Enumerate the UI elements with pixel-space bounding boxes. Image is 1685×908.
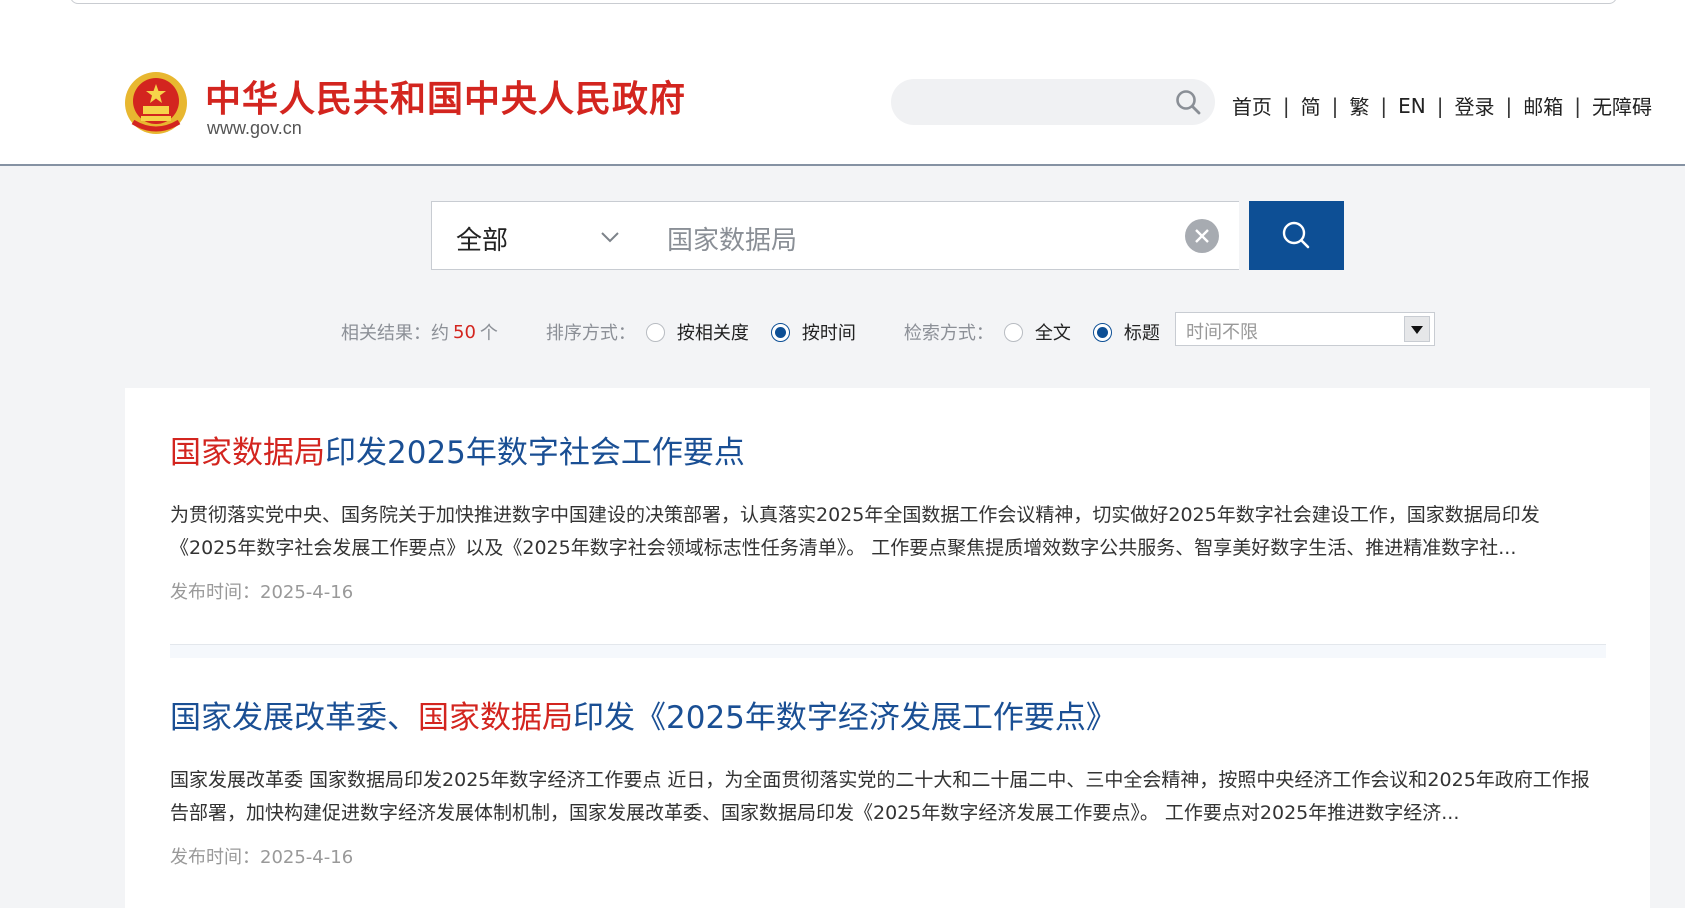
filter-row: 相关结果：约 50 个 排序方式： 按相关度 按时间 检索方式： 全文 标题 <box>341 318 1160 346</box>
sort-group: 排序方式： 按相关度 按时间 <box>546 319 856 345</box>
nav-separator: | <box>1574 93 1581 118</box>
nav-mail[interactable]: 邮箱 <box>1523 91 1563 120</box>
result-date-value: 2025-4-16 <box>260 582 354 603</box>
result-date-value: 2025-4-16 <box>260 847 354 868</box>
close-icon <box>1195 229 1209 243</box>
result-date: 发布时间：2025-4-16 <box>170 578 1606 604</box>
mode-fulltext-label[interactable]: 全文 <box>1035 319 1071 345</box>
results-count-label: 相关结果：约 <box>341 323 449 344</box>
results-card: 国家数据局印发2025年数字社会工作要点 为贯彻落实党中央、国务院关于加快推进数… <box>125 388 1650 908</box>
result-date-label: 发布时间： <box>170 847 260 868</box>
search-submit-button[interactable] <box>1249 201 1344 270</box>
nav-simplified[interactable]: 简 <box>1301 91 1321 120</box>
sort-time-radio[interactable] <box>770 322 790 342</box>
result-item: 国家发展改革委、国家数据局印发《2025年数字经济发展工作要点》 国家发展改革委… <box>170 698 1606 869</box>
site-title[interactable]: 中华人民共和国中央人民政府 <box>205 70 686 122</box>
search-query-text: 国家数据局 <box>667 226 798 256</box>
sort-relevance-radio[interactable] <box>645 322 665 342</box>
national-emblem-icon <box>125 72 187 134</box>
result-title-link[interactable]: 国家发展改革委、国家数据局印发《2025年数字经济发展工作要点》 <box>170 698 1606 738</box>
top-nav: 首页 | 简 | 繁 | EN | 登录 | 邮箱 | 无障碍 <box>1232 91 1652 120</box>
time-filter-select[interactable]: 时间不限 <box>1175 312 1435 346</box>
search-icon <box>1282 221 1310 249</box>
mode-title-label[interactable]: 标题 <box>1124 319 1160 345</box>
site-url: www.gov.cn <box>207 118 302 138</box>
result-summary: 国家发展改革委 国家数据局印发2025年数字经济工作要点 近日，为全面贯彻落实党… <box>170 769 1590 824</box>
result-title-highlight: 国家数据局 <box>170 435 325 471</box>
result-summary: 为贯彻落实党中央、国务院关于加快推进数字中国建设的决策部署，认真落实2025年全… <box>170 504 1540 559</box>
scope-dropdown[interactable]: 全部 <box>431 201 640 270</box>
nav-english[interactable]: EN <box>1398 94 1426 118</box>
result-title-highlight: 国家数据局 <box>418 700 573 736</box>
result-title-text: 印发《2025年数字经济发展工作要点》 <box>573 700 1117 736</box>
search-input[interactable]: 国家数据局 <box>639 201 1239 270</box>
result-date-label: 发布时间： <box>170 582 260 603</box>
sort-time-label[interactable]: 按时间 <box>802 319 856 345</box>
results-count: 50 <box>453 321 476 343</box>
nav-traditional[interactable]: 繁 <box>1349 91 1369 120</box>
nav-home[interactable]: 首页 <box>1232 91 1272 120</box>
nav-separator: | <box>1282 93 1290 118</box>
chevron-down-icon <box>601 232 619 243</box>
scope-label: 全部 <box>456 226 509 256</box>
result-title-prefix: 国家发展改革委、 <box>170 700 418 736</box>
nav-separator: | <box>1380 93 1388 118</box>
result-date: 发布时间：2025-4-16 <box>170 843 1606 869</box>
mode-label: 检索方式： <box>903 323 994 344</box>
sort-relevance-label[interactable]: 按相关度 <box>677 319 749 345</box>
nav-separator: | <box>1505 93 1513 118</box>
result-divider <box>170 644 1606 658</box>
nav-separator: | <box>1436 93 1444 118</box>
mode-group: 检索方式： 全文 标题 <box>904 319 1160 345</box>
dropdown-arrow-icon[interactable] <box>1404 316 1430 342</box>
nav-separator: | <box>1331 93 1339 118</box>
site-header: 中华人民共和国中央人民政府 www.gov.cn 首页 | 简 | 繁 | EN… <box>0 8 1685 166</box>
mode-fulltext-radio[interactable] <box>1003 322 1023 342</box>
sort-label: 排序方式： <box>545 323 636 344</box>
mode-title-radio[interactable] <box>1092 322 1112 342</box>
main-search-bar: 全部 国家数据局 <box>431 201 1344 270</box>
clear-search-button[interactable] <box>1185 219 1219 253</box>
time-filter-value: 时间不限 <box>1186 322 1258 343</box>
browser-top-strip <box>0 0 1685 8</box>
results-count-unit: 个 <box>479 323 498 344</box>
nav-accessibility[interactable]: 无障碍 <box>1592 91 1652 120</box>
result-item: 国家数据局印发2025年数字社会工作要点 为贯彻落实党中央、国务院关于加快推进数… <box>170 433 1606 604</box>
address-bar-edge <box>70 0 1617 4</box>
nav-login[interactable]: 登录 <box>1455 91 1495 120</box>
result-title-text: 印发2025年数字社会工作要点 <box>325 435 745 471</box>
result-title-link[interactable]: 国家数据局印发2025年数字社会工作要点 <box>170 433 1606 473</box>
search-icon[interactable] <box>1175 89 1201 115</box>
header-search-input[interactable] <box>891 79 1215 125</box>
